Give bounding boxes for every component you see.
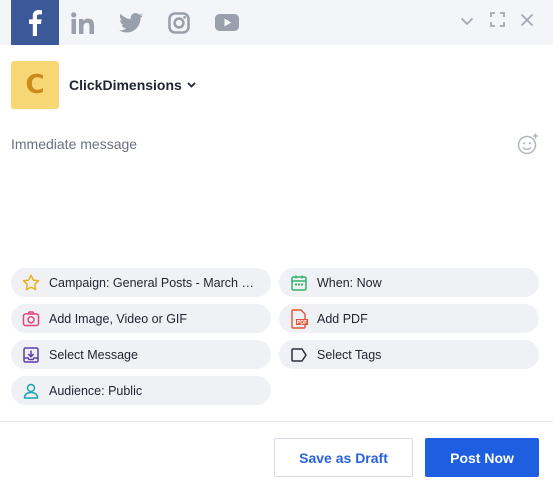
close-icon bbox=[520, 13, 534, 32]
avatar: C bbox=[11, 61, 59, 109]
chevron-down-icon[interactable] bbox=[187, 82, 196, 88]
when-chip[interactable]: When: Now bbox=[279, 268, 539, 297]
instagram-icon bbox=[168, 11, 190, 34]
campaign-label: Campaign: General Posts - March 2024 bbox=[49, 275, 257, 290]
calendar-icon bbox=[289, 273, 309, 293]
campaign-chip[interactable]: Campaign: General Posts - March 2024 bbox=[11, 268, 271, 297]
camera-icon bbox=[21, 309, 41, 329]
add-media-label: Add Image, Video or GIF bbox=[49, 311, 188, 326]
select-message-label: Select Message bbox=[49, 347, 138, 362]
save-as-draft-button[interactable]: Save as Draft bbox=[274, 438, 413, 477]
add-media-chip[interactable]: Add Image, Video or GIF bbox=[11, 304, 271, 333]
message-tray-icon bbox=[21, 345, 41, 365]
star-icon bbox=[21, 273, 41, 293]
chevron-down-icon bbox=[460, 13, 474, 31]
add-pdf-chip[interactable]: Add PDF bbox=[279, 304, 539, 333]
twitter-icon bbox=[119, 12, 143, 33]
select-tags-label: Select Tags bbox=[317, 347, 382, 362]
select-tags-chip[interactable]: Select Tags bbox=[279, 340, 539, 369]
tag-icon bbox=[289, 345, 309, 365]
message-input[interactable] bbox=[11, 136, 501, 236]
collapse-button[interactable] bbox=[457, 12, 477, 32]
emoji-add-icon[interactable] bbox=[516, 132, 540, 156]
user-icon bbox=[21, 381, 41, 401]
select-message-chip[interactable]: Select Message bbox=[11, 340, 271, 369]
youtube-icon bbox=[215, 14, 239, 31]
footer-divider bbox=[0, 421, 553, 422]
network-tab-twitter[interactable] bbox=[107, 0, 155, 45]
facebook-icon bbox=[28, 9, 42, 36]
when-label: When: Now bbox=[317, 275, 382, 290]
network-tab-instagram[interactable] bbox=[155, 0, 203, 45]
close-button[interactable] bbox=[517, 12, 537, 32]
expand-button[interactable] bbox=[487, 12, 507, 32]
network-tab-facebook[interactable] bbox=[11, 0, 59, 45]
audience-label: Audience: Public bbox=[49, 383, 143, 398]
audience-chip[interactable]: Audience: Public bbox=[11, 376, 271, 405]
post-now-button[interactable]: Post Now bbox=[425, 438, 539, 477]
expand-icon bbox=[489, 12, 505, 32]
network-bar bbox=[0, 0, 553, 45]
pdf-icon bbox=[289, 308, 309, 329]
add-pdf-label: Add PDF bbox=[317, 311, 368, 326]
network-tab-linkedin[interactable] bbox=[59, 0, 107, 45]
account-name[interactable]: ClickDimensions bbox=[69, 77, 182, 93]
network-tab-youtube[interactable] bbox=[203, 0, 251, 45]
linkedin-icon bbox=[71, 11, 95, 34]
account-selector[interactable]: C ClickDimensions bbox=[11, 61, 196, 109]
